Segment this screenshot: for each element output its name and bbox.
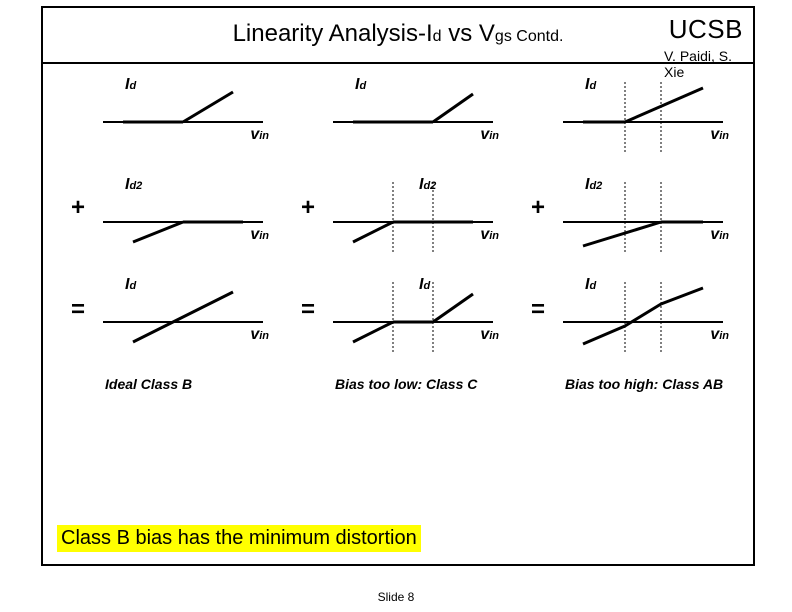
slide-header: Linearity Analysis-Id vs Vgs Contd. UCSB xyxy=(43,8,753,64)
ylabel-id: Id xyxy=(125,76,136,94)
highlight-note: Class B bias has the minimum distortion xyxy=(57,525,421,552)
op-eq: = xyxy=(301,296,315,324)
slide-title: Linearity Analysis-Id vs Vgs Contd. xyxy=(43,20,753,48)
content-area: + = Id vin Id2 vin xyxy=(43,64,753,564)
slide-frame: Linearity Analysis-Id vs Vgs Contd. UCSB… xyxy=(41,6,755,566)
title-mid: vs V xyxy=(442,20,495,47)
ucsb-logo-text: UCSB xyxy=(669,14,743,45)
plot-c3-sum: Id vin xyxy=(563,282,723,352)
xlabel-vin: vin xyxy=(250,126,269,144)
xlabel-vin: vin xyxy=(710,326,729,344)
ylabel-id: Id xyxy=(125,276,136,294)
xlabel-vin: vin xyxy=(480,126,499,144)
title-main: Linearity Analysis-I xyxy=(233,20,433,47)
op-plus: + xyxy=(301,194,315,222)
title-sub-d: d xyxy=(433,28,442,45)
column-class-c: + = Id vin Id2 xyxy=(293,64,513,564)
ylabel-id: Id xyxy=(585,276,596,294)
caption-col3: Bias too high: Class AB xyxy=(565,376,745,393)
plot-c1-id: Id vin xyxy=(103,82,263,152)
ylabel-id: Id xyxy=(585,76,596,94)
ylabel-id2: Id2 xyxy=(585,176,602,194)
ylabel-id2: Id2 xyxy=(125,176,142,194)
op-eq: = xyxy=(531,296,545,324)
xlabel-vin: vin xyxy=(480,326,499,344)
xlabel-vin: vin xyxy=(250,326,269,344)
column-ideal-class-b: + = Id vin Id2 vin xyxy=(63,64,283,564)
axes-icon xyxy=(333,282,493,352)
plot-c2-sum: Id vin xyxy=(333,282,493,352)
plot-c2-id2: Id2 vin xyxy=(333,182,493,252)
xlabel-vin: vin xyxy=(480,226,499,244)
plot-c3-id2: Id2 vin xyxy=(563,182,723,252)
plot-c3-id: Id vin xyxy=(563,82,723,152)
xlabel-vin: vin xyxy=(250,226,269,244)
title-sub-gs: gs Contd. xyxy=(495,28,563,45)
plot-c2-id: Id vin xyxy=(333,82,493,152)
slide-number: Slide 8 xyxy=(0,590,792,604)
caption-col2: Bias too low: Class C xyxy=(335,376,515,393)
plot-c1-id2: Id2 vin xyxy=(103,182,263,252)
xlabel-vin: vin xyxy=(710,226,729,244)
caption-col1: Ideal Class B xyxy=(105,376,285,393)
column-class-ab: + = Id vin Id2 xyxy=(523,64,743,564)
plot-c1-sum: Id vin xyxy=(103,282,263,352)
xlabel-vin: vin xyxy=(710,126,729,144)
op-plus: + xyxy=(531,194,545,222)
ylabel-id: Id xyxy=(419,276,430,294)
op-plus: + xyxy=(71,194,85,222)
ylabel-id: Id xyxy=(355,76,366,94)
ylabel-id2: Id2 xyxy=(419,176,436,194)
op-eq: = xyxy=(71,296,85,324)
axes-icon xyxy=(333,182,493,252)
